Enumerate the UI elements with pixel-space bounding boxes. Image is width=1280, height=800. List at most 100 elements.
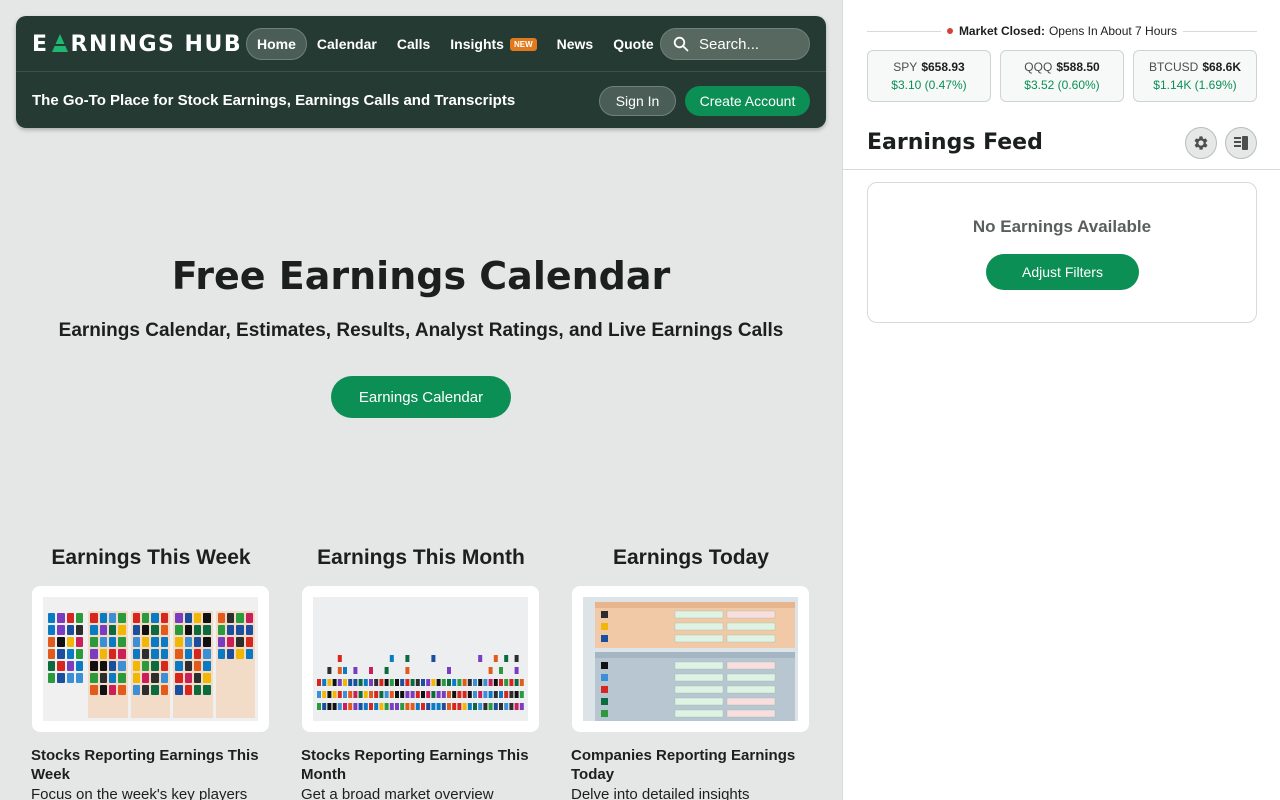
thumb-logo-mark bbox=[441, 679, 446, 686]
sign-in-button[interactable]: Sign In bbox=[599, 86, 676, 116]
thumb-logo-mark bbox=[358, 679, 363, 686]
card-title[interactable]: Companies Reporting Earnings Today bbox=[571, 746, 811, 784]
ticker-symbol: BTCUSD bbox=[1148, 60, 1199, 74]
thumb-logo-tile bbox=[226, 637, 235, 647]
logo-text-start: E bbox=[32, 31, 49, 57]
thumb-value-cell bbox=[726, 709, 776, 718]
thumb-logo-mark bbox=[509, 691, 514, 698]
thumb-logo-mark bbox=[389, 691, 394, 698]
thumb-logo-mark bbox=[327, 703, 332, 710]
nav-calls[interactable]: Calls bbox=[387, 29, 440, 59]
thumb-logo-mark bbox=[504, 679, 509, 686]
ticker-change: $3.52 (0.60%) bbox=[1024, 78, 1100, 92]
feed-settings-button[interactable] bbox=[1185, 127, 1217, 159]
create-account-button[interactable]: Create Account bbox=[685, 86, 810, 116]
card-thumbnail[interactable] bbox=[302, 586, 539, 732]
thumb-logo-mark bbox=[488, 667, 493, 674]
thumb-logo-tile bbox=[76, 673, 84, 683]
thumb-logo-tile bbox=[66, 613, 75, 623]
search-input[interactable] bbox=[699, 35, 799, 53]
card-title[interactable]: Stocks Reporting Earnings This Month bbox=[301, 746, 541, 784]
thumb-logo-mark bbox=[488, 703, 493, 710]
thumb-logo-mark bbox=[601, 662, 608, 669]
thumb-value-cell bbox=[674, 634, 724, 643]
nav-news[interactable]: News bbox=[547, 29, 604, 59]
thumb-logo-tile bbox=[99, 625, 108, 635]
thumb-logo-mark bbox=[337, 667, 342, 674]
thumb-logo-mark bbox=[509, 679, 514, 686]
thumb-logo-tile bbox=[184, 661, 192, 671]
thumb-logo-tile bbox=[76, 661, 84, 671]
nav-home[interactable]: Home bbox=[246, 28, 307, 60]
thumb-logo-tile bbox=[160, 613, 169, 623]
ticker-btcusd[interactable]: BTCUSD $68.6K $1.14K (1.69%) bbox=[1133, 50, 1257, 102]
thumb-logo-mark bbox=[457, 691, 462, 698]
thumb-logo-tile bbox=[66, 661, 75, 671]
thumb-logo-tile bbox=[217, 625, 225, 635]
earnings-calendar-button[interactable]: Earnings Calendar bbox=[331, 376, 511, 418]
thumb-logo-mark bbox=[384, 679, 389, 686]
feed-layout-button[interactable] bbox=[1225, 127, 1257, 159]
card-thumbnail[interactable] bbox=[32, 586, 269, 732]
thumb-logo-tile bbox=[193, 685, 202, 695]
ticker-change: $1.14K (1.69%) bbox=[1153, 78, 1237, 92]
thumb-logo-tile bbox=[48, 673, 56, 683]
thumb-logo-tile bbox=[142, 637, 150, 647]
thumb-logo-tile bbox=[48, 637, 56, 647]
thumb-logo-tile bbox=[160, 649, 169, 659]
logo-text-end: RNINGS HUB bbox=[70, 31, 243, 57]
thumb-logo-tile bbox=[109, 613, 117, 623]
thumb-logo-tile bbox=[76, 625, 84, 635]
main-nav: Home Calendar Calls Insights NEW News Qu… bbox=[246, 28, 664, 60]
nav-calendar[interactable]: Calendar bbox=[307, 29, 387, 59]
nav-quote[interactable]: Quote bbox=[603, 29, 663, 59]
thumb-logo-tile bbox=[99, 637, 108, 647]
thumb-logo-tile bbox=[175, 673, 183, 683]
thumb-logo-mark bbox=[436, 703, 441, 710]
earnings-hub-logo[interactable]: E RNINGS HUB bbox=[32, 30, 242, 58]
thumb-value-cell bbox=[726, 685, 776, 694]
thumb-logo-tile bbox=[175, 649, 183, 659]
thumb-logo-mark bbox=[353, 679, 358, 686]
ticker-spy[interactable]: SPY $658.93 $3.10 (0.47%) bbox=[867, 50, 991, 102]
thumb-logo-mark bbox=[395, 691, 399, 698]
ticker-change: $3.10 (0.47%) bbox=[891, 78, 967, 92]
thumb-logo-mark bbox=[332, 691, 337, 698]
nav-insights[interactable]: Insights NEW bbox=[440, 29, 546, 59]
thumb-logo-mark bbox=[447, 691, 451, 698]
ticker-qqq[interactable]: QQQ $588.50 $3.52 (0.60%) bbox=[1000, 50, 1124, 102]
thumb-logo-mark bbox=[601, 686, 608, 693]
adjust-filters-button[interactable]: Adjust Filters bbox=[986, 254, 1139, 290]
thumb-logo-mark bbox=[415, 703, 420, 710]
thumb-logo-mark bbox=[457, 679, 462, 686]
thumb-logo-tile bbox=[132, 637, 141, 647]
thumb-logo-mark bbox=[504, 655, 509, 662]
card-earnings-today[interactable]: Earnings Today Companies Reporting Earni… bbox=[571, 546, 811, 800]
thumb-logo-mark bbox=[379, 691, 384, 698]
thumb-logo-tile bbox=[245, 637, 253, 647]
ticker-symbol: SPY bbox=[893, 60, 918, 74]
thumb-logo-mark bbox=[348, 691, 353, 698]
card-title[interactable]: Stocks Reporting Earnings This Week bbox=[31, 746, 271, 784]
search-box[interactable] bbox=[660, 28, 810, 60]
market-status-label: Market Closed: bbox=[958, 24, 1045, 38]
thumb-logo-mark bbox=[410, 703, 415, 710]
thumb-logo-mark bbox=[601, 611, 608, 618]
thumb-logo-tile bbox=[132, 625, 141, 635]
thumb-logo-mark bbox=[462, 679, 467, 686]
card-earnings-month[interactable]: Earnings This Month Stocks Reporting Ear… bbox=[301, 546, 541, 800]
thumb-logo-mark bbox=[519, 691, 524, 698]
thumb-logo-mark bbox=[493, 679, 498, 686]
thumb-logo-mark bbox=[457, 703, 462, 710]
market-status: Market Closed: Opens In About 7 Hours bbox=[941, 24, 1183, 38]
thumb-logo-tile bbox=[203, 649, 211, 659]
thumb-logo-tile bbox=[142, 661, 150, 671]
thumb-value-cell bbox=[726, 622, 776, 631]
thumb-logo-mark bbox=[363, 691, 368, 698]
thumb-logo-mark bbox=[389, 703, 394, 710]
card-earnings-week[interactable]: Earnings This Week Stocks Reporting Earn… bbox=[31, 546, 271, 800]
empty-feed-panel: No Earnings Available Adjust Filters bbox=[867, 182, 1257, 323]
thumb-logo-mark bbox=[514, 655, 519, 662]
thumb-logo-tile bbox=[66, 625, 75, 635]
card-thumbnail[interactable] bbox=[572, 586, 809, 732]
